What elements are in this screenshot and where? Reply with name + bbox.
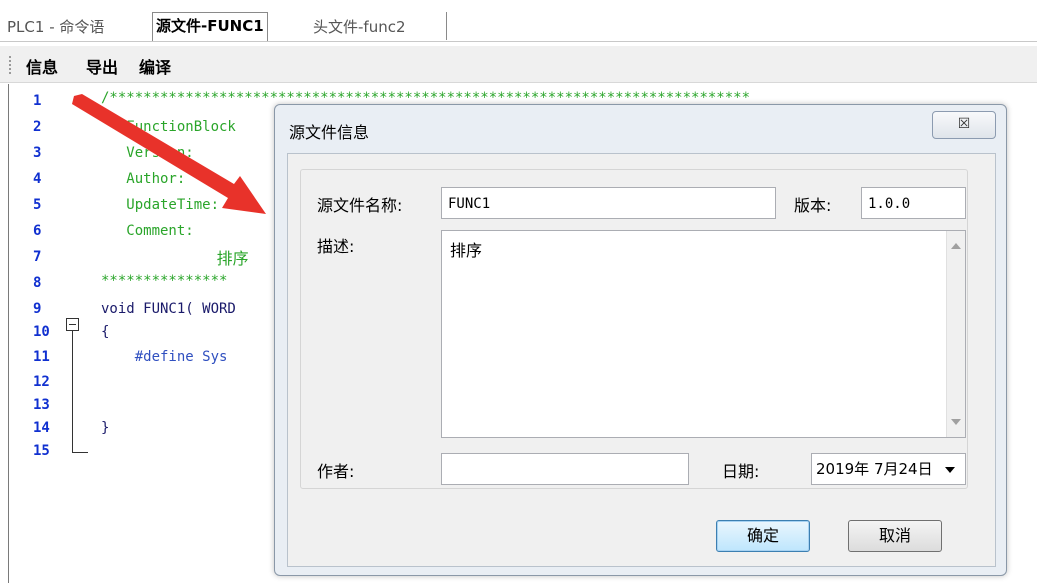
- date-label: 日期:: [722, 462, 760, 481]
- line-number: 7: [33, 249, 42, 265]
- code-line: ***************: [101, 273, 228, 289]
- compile-button[interactable]: 编译: [139, 54, 171, 78]
- description-label: 描述:: [317, 237, 355, 256]
- code-line: Comment:: [101, 223, 194, 239]
- tab-separator: [446, 12, 447, 40]
- description-textarea[interactable]: 排序: [441, 230, 966, 438]
- ok-button[interactable]: 确定: [716, 520, 810, 552]
- line-number: 15: [33, 443, 50, 459]
- toolbar-grip[interactable]: [9, 56, 13, 74]
- line-number: 11: [33, 349, 50, 365]
- tab-plc1-commands[interactable]: PLC1 - 命令语: [4, 14, 107, 40]
- line-number: 6: [33, 223, 42, 239]
- author-field[interactable]: [441, 453, 689, 485]
- date-value: 2019年 7月24日: [816, 460, 933, 478]
- scroll-up-icon[interactable]: [951, 243, 961, 249]
- code-line: 排序: [101, 249, 249, 268]
- line-number: 12: [33, 374, 50, 390]
- dialog-body: 源文件名称: FUNC1 版本: 1.0.0 描述: 排序 作者: 日期: 20…: [287, 153, 996, 567]
- version-label: 版本:: [794, 196, 832, 215]
- line-number: 10: [33, 324, 50, 340]
- version-field[interactable]: 1.0.0: [861, 187, 966, 219]
- fold-guide-line: [72, 330, 73, 453]
- description-scrollbar[interactable]: [946, 231, 965, 437]
- line-number: 8: [33, 275, 42, 291]
- date-picker[interactable]: 2019年 7月24日: [811, 453, 966, 485]
- code-line: #define Sys: [101, 349, 228, 365]
- info-group: 源文件名称: FUNC1 版本: 1.0.0 描述: 排序 作者: 日期: 20…: [300, 169, 968, 489]
- tab-underline: [0, 41, 1037, 42]
- export-button[interactable]: 导出: [86, 54, 118, 78]
- close-icon[interactable]: ☒: [932, 111, 996, 139]
- description-text: 排序: [450, 241, 483, 260]
- tab-bar: PLC1 - 命令语 源文件-FUNC1 头文件-func2: [0, 0, 1037, 46]
- tab-source-func1[interactable]: 源文件-FUNC1: [152, 12, 268, 42]
- source-file-info-dialog: 源文件信息 ☒ 源文件名称: FUNC1 版本: 1.0.0 描述: 排序 作者…: [274, 104, 1007, 576]
- toolbar: 信息 导出 编译: [0, 46, 1037, 83]
- tab-header-func2[interactable]: 头文件-func2: [310, 14, 409, 40]
- info-button[interactable]: 信息: [26, 54, 58, 78]
- author-label: 作者:: [317, 462, 355, 481]
- line-number: 14: [33, 420, 50, 436]
- dialog-title: 源文件信息: [289, 123, 370, 142]
- line-number: 9: [33, 301, 42, 317]
- chevron-down-icon[interactable]: [945, 467, 955, 473]
- source-name-field[interactable]: FUNC1: [441, 187, 776, 219]
- code-line: void FUNC1( WORD: [101, 301, 236, 317]
- red-arrow-annotation: [72, 94, 266, 214]
- line-number: 13: [33, 397, 50, 413]
- cancel-button[interactable]: 取消: [848, 520, 942, 552]
- scroll-down-icon[interactable]: [951, 419, 961, 425]
- code-line: {: [101, 324, 110, 340]
- fold-guide-end: [72, 452, 88, 453]
- code-line: }: [101, 420, 110, 436]
- source-name-label: 源文件名称:: [317, 196, 403, 215]
